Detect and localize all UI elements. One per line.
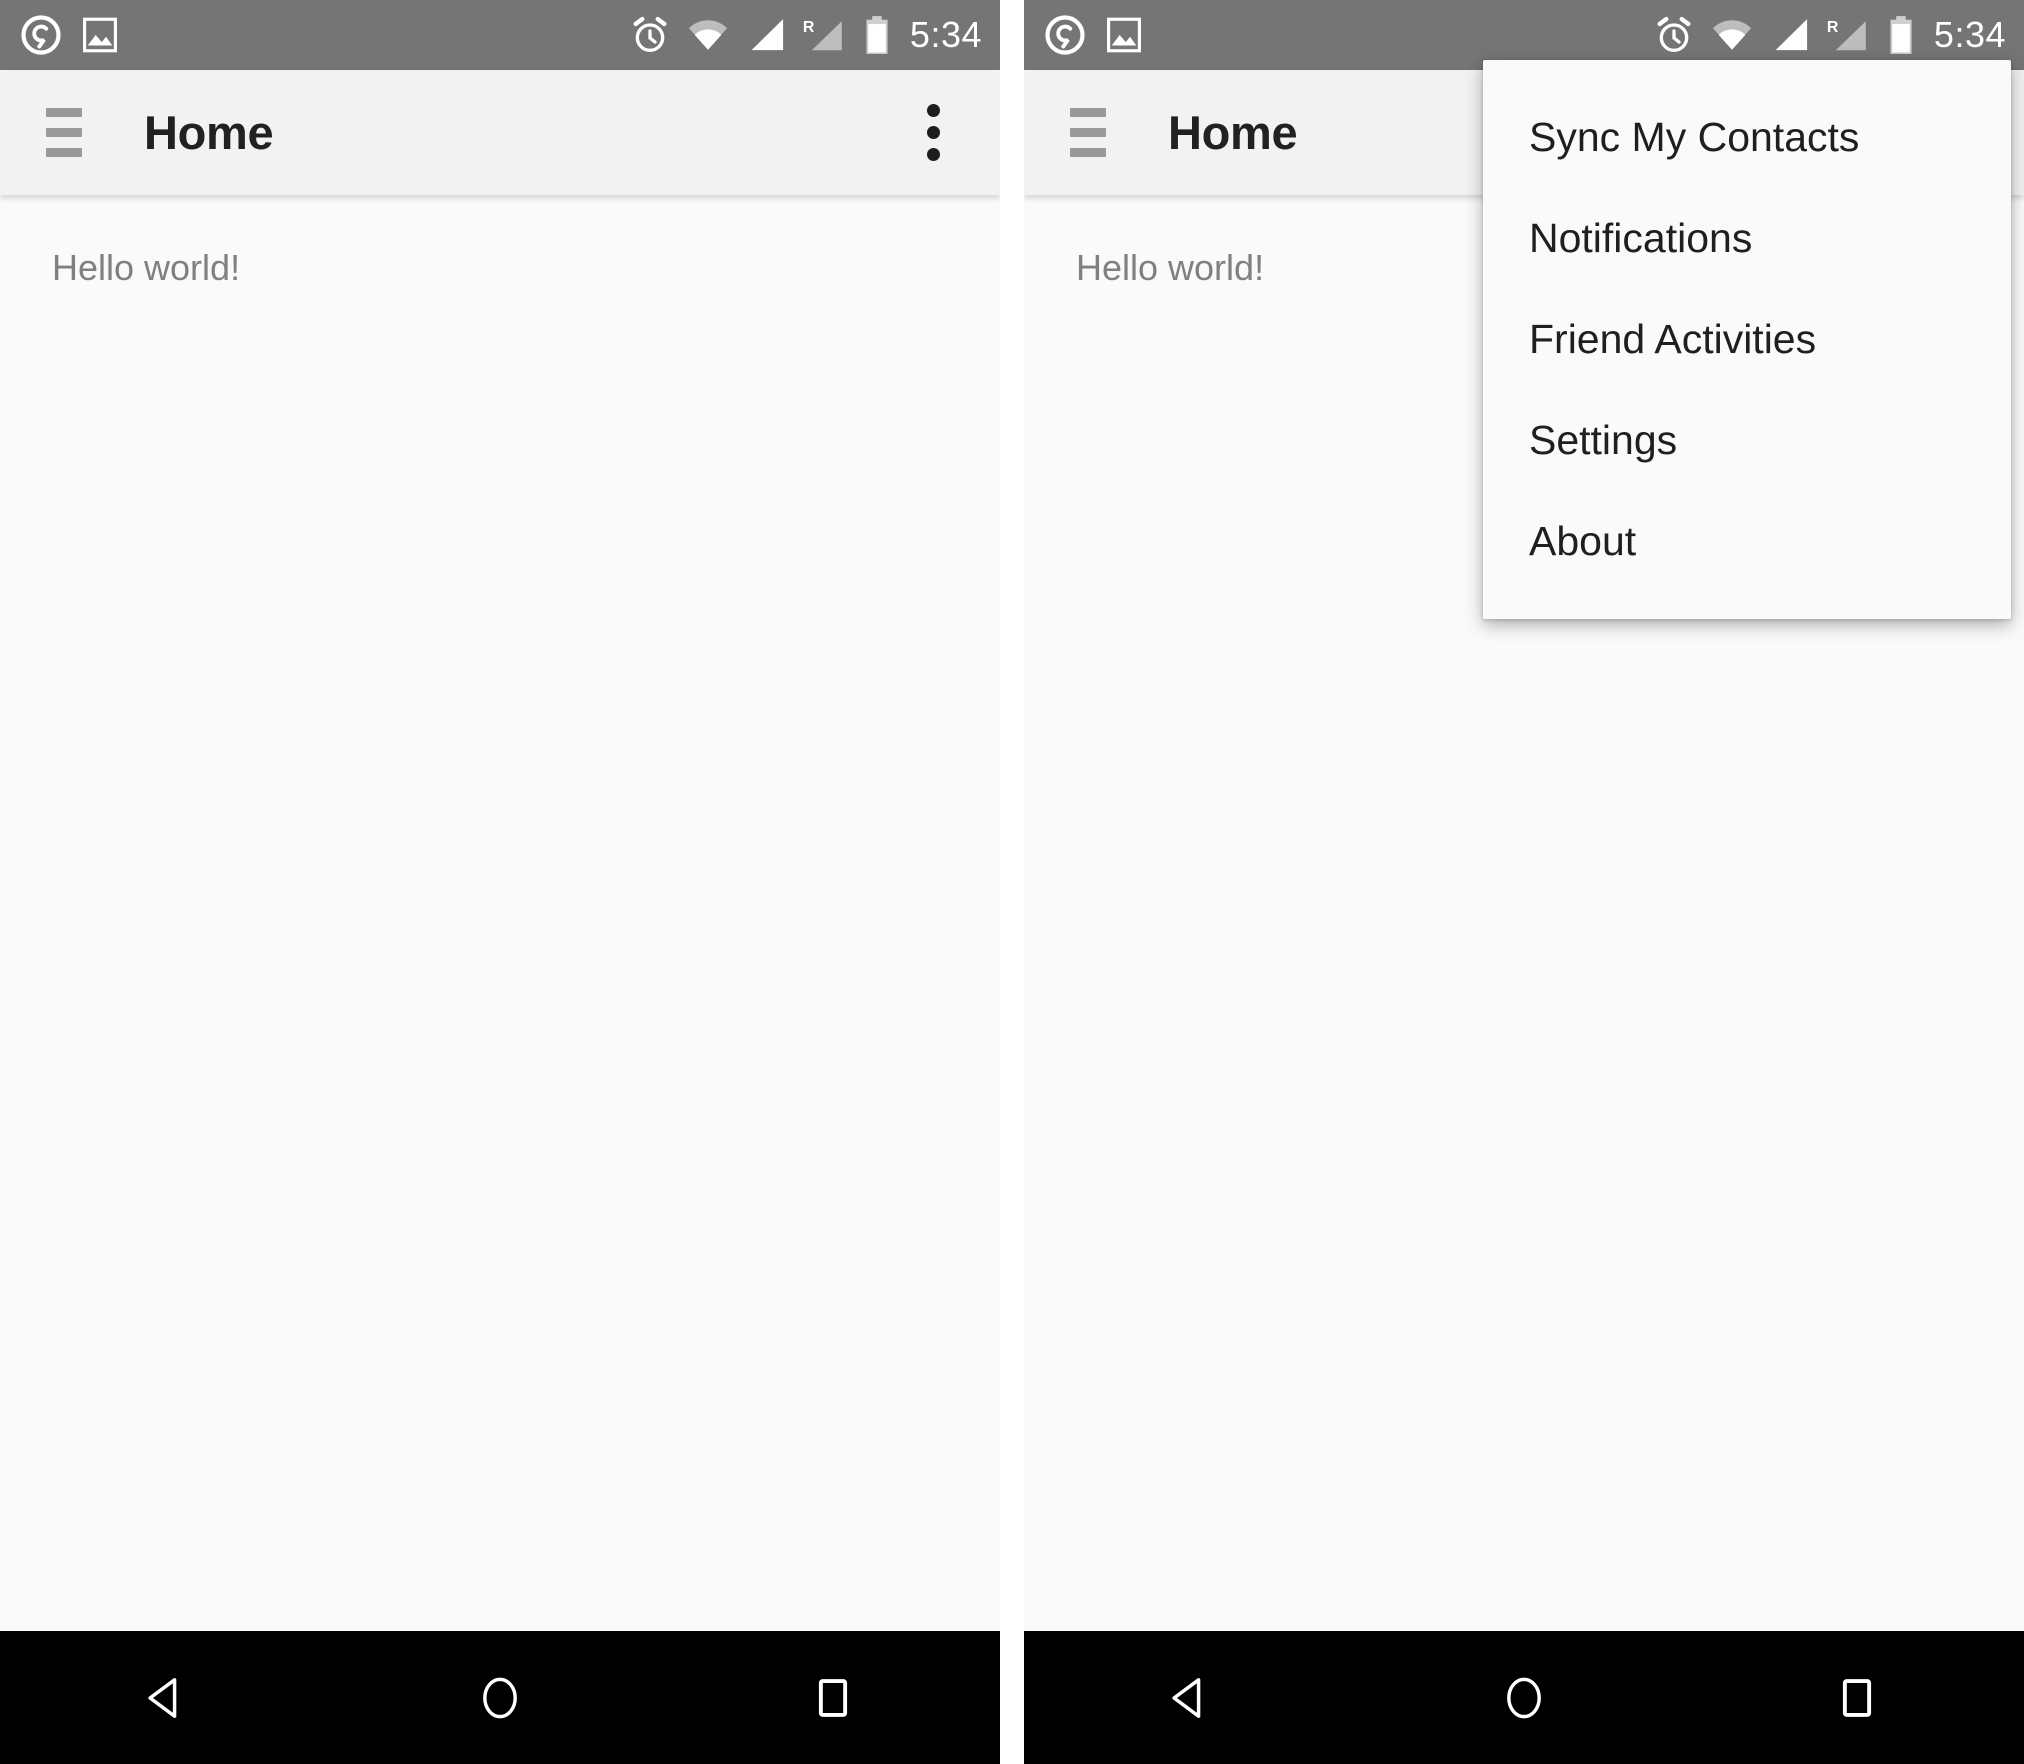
signal-icon <box>1770 17 1810 53</box>
status-bar-clock: 5:34 <box>1933 14 2006 55</box>
page-title: Home <box>144 106 274 159</box>
signal-icon <box>746 17 786 53</box>
app-toolbar: Home <box>0 70 1000 195</box>
system-navigation-bar <box>1024 1631 2024 1764</box>
overflow-dropdown-menu: Sync My Contacts Notifications Friend Ac… <box>1483 60 2011 619</box>
menu-item-notifications[interactable]: Notifications <box>1483 188 2011 289</box>
menu-item-friend-activities[interactable]: Friend Activities <box>1483 289 2011 390</box>
hello-world-text: Hello world! <box>52 247 241 288</box>
app-logo-icon <box>1044 14 1086 56</box>
status-bar-notifications <box>20 14 118 56</box>
status-bar-clock: 5:34 <box>909 14 982 55</box>
back-button[interactable] <box>1116 1631 1266 1764</box>
status-bar-system-icons: R 5:34 <box>1654 15 2006 55</box>
status-bar: R 5:34 <box>0 0 1000 70</box>
recents-button[interactable] <box>1782 1631 1932 1764</box>
wifi-icon <box>1710 17 1754 53</box>
back-button[interactable] <box>92 1631 242 1764</box>
hamburger-icon[interactable] <box>46 108 82 157</box>
home-button[interactable] <box>1449 1631 1599 1764</box>
system-navigation-bar <box>0 1631 1000 1764</box>
wifi-icon <box>686 17 730 53</box>
signal-roaming-icon: R <box>802 15 848 55</box>
hamburger-icon[interactable] <box>1070 108 1106 157</box>
alarm-icon <box>1654 15 1694 55</box>
app-logo-icon <box>20 14 62 56</box>
menu-item-about[interactable]: About <box>1483 491 2011 592</box>
panel-gap <box>1000 0 1024 1764</box>
main-content: Hello world! <box>0 195 1000 1631</box>
recents-button[interactable] <box>758 1631 908 1764</box>
alarm-icon <box>630 15 670 55</box>
image-icon <box>82 14 118 56</box>
page-title: Home <box>1168 106 1298 159</box>
menu-item-sync-my-contacts[interactable]: Sync My Contacts <box>1483 87 2011 188</box>
battery-icon <box>1888 15 1914 55</box>
status-bar-system-icons: R 5:34 <box>630 15 982 55</box>
image-icon <box>1106 14 1142 56</box>
phone-screen-menu-closed: R 5:34 Home Hello world! <box>0 0 1000 1764</box>
menu-item-settings[interactable]: Settings <box>1483 390 2011 491</box>
signal-roaming-icon: R <box>1826 15 1872 55</box>
phone-screen-menu-open: R 5:34 Home Hello world! Sync My Contact… <box>1024 0 2024 1764</box>
home-button[interactable] <box>425 1631 575 1764</box>
battery-icon <box>864 15 890 55</box>
overflow-menu-icon[interactable] <box>906 98 960 168</box>
svg-text:R: R <box>1827 19 1839 36</box>
screenshot-pair: R 5:34 Home Hello world! R 5:34 Home Hel… <box>0 0 2024 1764</box>
status-bar-notifications <box>1044 14 1142 56</box>
svg-text:R: R <box>803 19 815 36</box>
